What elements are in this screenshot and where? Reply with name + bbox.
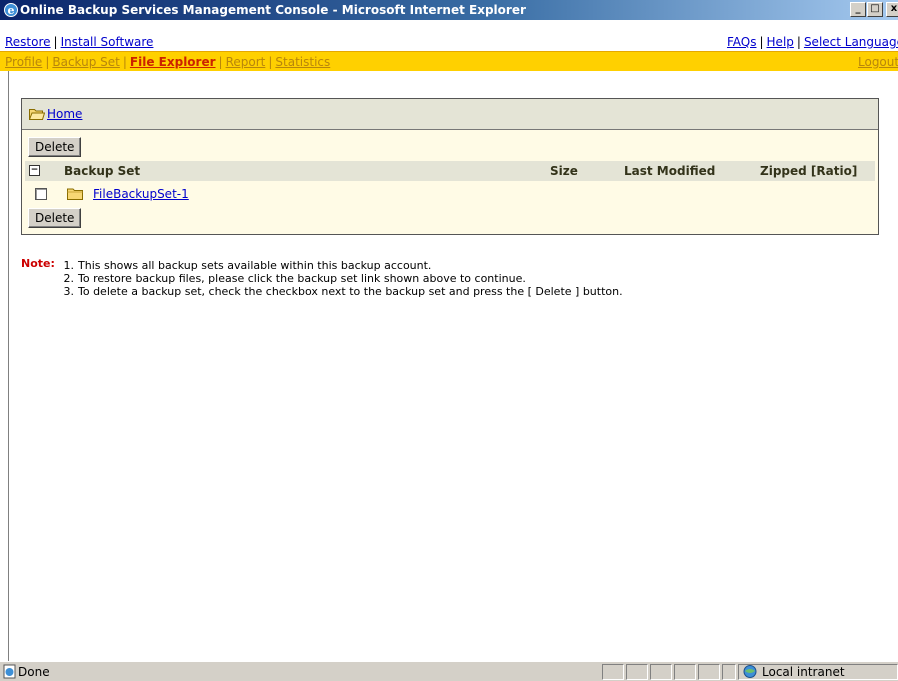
nav-separator: | <box>268 55 273 69</box>
window-titlebar: e Online Backup Services Management Cons… <box>0 0 898 20</box>
install-software-link[interactable]: Install Software <box>61 35 154 49</box>
status-cell <box>602 664 624 680</box>
folder-icon <box>67 188 83 200</box>
column-header-size: Size <box>550 164 578 178</box>
collapse-toggle-icon[interactable]: − <box>29 165 40 176</box>
table-header: − Backup Set Size Last Modified Zipped [… <box>25 161 875 181</box>
status-cell <box>650 664 672 680</box>
note-item: To delete a backup set, check the checkb… <box>78 285 623 298</box>
note-item-number: 3. <box>63 285 75 298</box>
maximize-button[interactable]: □ <box>867 2 883 17</box>
minimize-button[interactable]: _ <box>850 2 866 17</box>
status-cell <box>674 664 696 680</box>
breadcrumb: Home <box>22 99 878 130</box>
link-separator: | <box>796 35 801 49</box>
column-header-last-modified: Last Modified <box>624 164 716 178</box>
zone-text: Local intranet <box>762 665 845 679</box>
note-item-number: 1. <box>63 259 75 272</box>
folder-open-icon <box>29 109 45 120</box>
status-cell <box>626 664 648 680</box>
status-text: Done <box>18 665 50 679</box>
status-cell <box>698 664 720 680</box>
note-item: This shows all backup sets available wit… <box>78 259 432 272</box>
nav-profile[interactable]: Profile <box>5 55 42 69</box>
nav-separator: | <box>45 55 50 69</box>
logout-link[interactable]: Logout <box>858 55 898 69</box>
backup-set-link[interactable]: FileBackupSet-1 <box>93 187 189 201</box>
main-nav: Profile | Backup Set | File Explorer | Report |… <box>5 55 330 69</box>
note-item: To restore backup files, please click th… <box>78 272 526 285</box>
top-links-right: FAQs | Help | Select Language <box>727 35 898 49</box>
content-left-border <box>8 71 9 661</box>
column-header-backup-set: Backup Set <box>64 164 141 178</box>
delete-button-bottom[interactable]: Delete <box>28 208 82 228</box>
breadcrumb-home-link[interactable]: Home <box>47 107 82 121</box>
internet-explorer-icon: e <box>4 3 18 17</box>
faqs-link[interactable]: FAQs <box>727 35 757 49</box>
table-row: FileBackupSet-1 <box>25 184 875 204</box>
logout-wrap: Logout <box>858 55 898 69</box>
window-title: Online Backup Services Management Consol… <box>20 3 526 17</box>
local-intranet-icon <box>743 665 757 678</box>
note-item-number: 2. <box>63 272 75 285</box>
select-language-link[interactable]: Select Language <box>804 35 898 49</box>
nav-backup-set[interactable]: Backup Set <box>52 55 120 69</box>
note-label: Note: <box>21 257 55 270</box>
nav-separator: | <box>122 55 127 69</box>
main-nav-bar: Profile | Backup Set | File Explorer | Report |… <box>0 52 898 71</box>
page-done-icon <box>3 664 16 679</box>
top-links-bar: Restore | Install Software FAQs | Help | Selec… <box>0 32 898 51</box>
delete-button-top[interactable]: Delete <box>28 137 82 157</box>
nav-separator: | <box>218 55 223 69</box>
close-button[interactable]: x <box>886 2 898 17</box>
restore-link[interactable]: Restore <box>5 35 51 49</box>
nav-statistics[interactable]: Statistics <box>275 55 330 69</box>
status-bar: Done Local intranet <box>0 661 898 681</box>
nav-report[interactable]: Report <box>226 55 266 69</box>
top-links-left: Restore | Install Software <box>5 35 153 49</box>
status-cell <box>722 664 736 680</box>
column-header-zipped-ratio: Zipped [Ratio] <box>760 164 858 178</box>
backup-set-checkbox[interactable] <box>35 188 47 200</box>
svg-text:e: e <box>8 4 15 17</box>
link-separator: | <box>53 35 58 49</box>
link-separator: | <box>759 35 764 49</box>
help-link[interactable]: Help <box>767 35 794 49</box>
backup-set-panel: Home Delete − Backup Set Size Last Modif… <box>21 98 879 235</box>
nav-file-explorer[interactable]: File Explorer <box>130 55 216 69</box>
